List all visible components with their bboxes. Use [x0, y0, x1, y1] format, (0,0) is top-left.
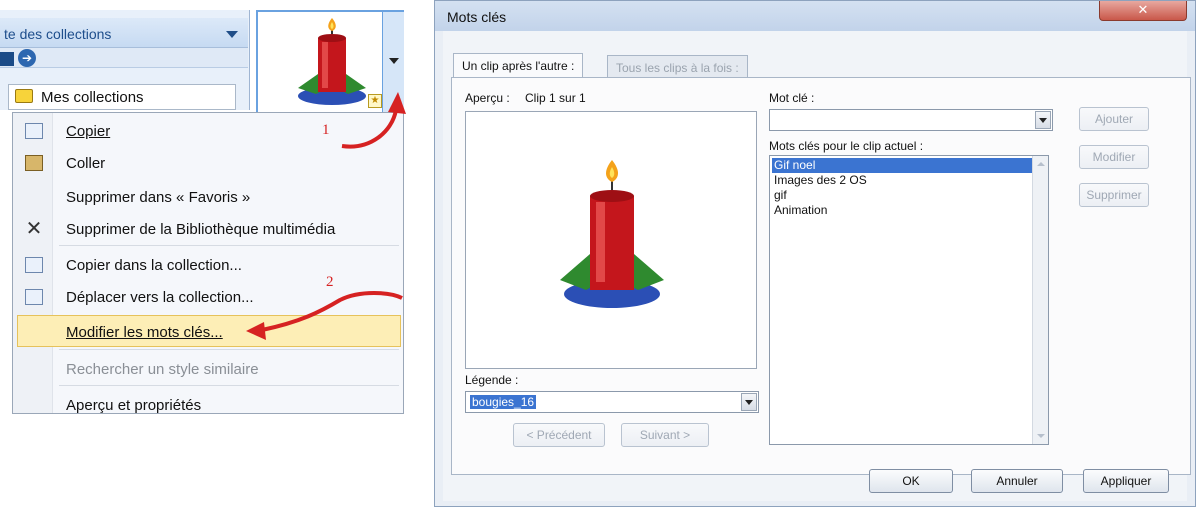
- collections-pane: te des collections ➔ Mes collections: [0, 10, 250, 110]
- annotation-step-1: 1: [322, 122, 330, 138]
- chevron-down-icon[interactable]: [226, 31, 238, 38]
- keywords-listbox[interactable]: Gif noel Images des 2 OS gif Animation: [769, 155, 1049, 445]
- chevron-down-icon[interactable]: [1035, 111, 1051, 129]
- tree-item-label: Mes collections: [41, 89, 144, 106]
- close-x-icon[interactable]: ✕: [1099, 1, 1187, 21]
- menu-separator: [59, 349, 399, 350]
- candle-preview-image: [560, 160, 664, 308]
- move-to-collection-icon: [25, 289, 43, 305]
- menu-item-label: Copier dans la collection...: [66, 257, 242, 274]
- keywords-dialog: Mots clés ✕ Un clip après l'autre : Tous…: [434, 0, 1196, 507]
- menu-item-paste[interactable]: Coller: [13, 147, 403, 179]
- preview-label: Aperçu :: [465, 91, 510, 105]
- add-button[interactable]: Ajouter: [1079, 107, 1149, 131]
- toolbar-separator: [0, 52, 14, 66]
- list-item[interactable]: gif: [772, 188, 1034, 203]
- menu-item-remove-favorites[interactable]: Supprimer dans « Favoris »: [13, 181, 403, 213]
- forward-arrow-icon[interactable]: ➔: [18, 49, 36, 67]
- chevron-down-icon[interactable]: [741, 393, 757, 411]
- menu-separator: [59, 385, 399, 386]
- current-keywords-label: Mots clés pour le clip actuel :: [769, 139, 924, 153]
- scroll-down-icon[interactable]: [1037, 434, 1045, 438]
- folder-icon: [15, 89, 33, 103]
- menu-item-copy[interactable]: Copier: [13, 115, 403, 147]
- context-menu: Copier Coller Supprimer dans « Favoris »…: [12, 112, 404, 414]
- clip-counter: Clip 1 sur 1: [525, 91, 586, 105]
- list-item[interactable]: Animation: [772, 203, 1034, 218]
- paste-icon: [25, 155, 43, 171]
- list-item[interactable]: Images des 2 OS: [772, 173, 1034, 188]
- menu-item-move-to-collection[interactable]: Déplacer vers la collection...: [13, 281, 403, 313]
- dialog-title: Mots clés: [447, 9, 507, 25]
- menu-item-label: Modifier les mots clés...: [66, 324, 223, 341]
- menu-item-delete-library[interactable]: ✕ Supprimer de la Bibliothèque multimédi…: [13, 213, 403, 245]
- next-button[interactable]: Suivant >: [621, 423, 709, 447]
- tab-all-clips-at-once[interactable]: Tous les clips à la fois :: [607, 55, 748, 77]
- menu-item-copy-to-collection[interactable]: Copier dans la collection...: [13, 249, 403, 281]
- thumbnail-dropdown-button[interactable]: [382, 12, 404, 112]
- previous-button[interactable]: < Précédent: [513, 423, 605, 447]
- delete-button[interactable]: Supprimer: [1079, 183, 1149, 207]
- pane-header[interactable]: te des collections: [0, 18, 248, 48]
- keyword-combobox[interactable]: [769, 109, 1053, 131]
- menu-separator: [59, 245, 399, 246]
- pane-title: te des collections: [4, 26, 112, 42]
- cancel-button[interactable]: Annuler: [971, 469, 1063, 493]
- menu-item-label: Aperçu et propriétés: [66, 397, 202, 414]
- clip-preview: [465, 111, 757, 369]
- modify-button[interactable]: Modifier: [1079, 145, 1149, 169]
- candle-image: [298, 18, 366, 105]
- menu-item-label: Coller: [66, 155, 106, 172]
- scroll-up-icon[interactable]: [1037, 162, 1045, 166]
- apply-button[interactable]: Appliquer: [1083, 469, 1169, 493]
- menu-item-edit-keywords[interactable]: Modifier les mots clés...: [17, 315, 401, 347]
- caption-label: Légende :: [465, 373, 519, 387]
- keyword-label: Mot clé :: [769, 91, 815, 105]
- keywords-scrollbar[interactable]: [1032, 156, 1048, 444]
- copy-icon: [25, 123, 43, 139]
- copy-to-collection-icon: [25, 257, 43, 273]
- menu-item-label: Déplacer vers la collection...: [66, 289, 254, 306]
- menu-item-label: Supprimer de la Bibliothèque multimédia: [66, 221, 336, 238]
- tab-one-clip-at-a-time[interactable]: Un clip après l'autre :: [453, 53, 584, 77]
- star-badge-icon: ★: [368, 94, 382, 108]
- list-item[interactable]: Gif noel: [772, 158, 1034, 173]
- tree-item-my-collections[interactable]: Mes collections: [8, 84, 236, 110]
- menu-item-label: Rechercher un style similaire: [66, 361, 259, 378]
- annotation-step-2: 2: [326, 274, 334, 290]
- dialog-body: Un clip après l'autre : Tous les clips à…: [443, 31, 1191, 501]
- menu-item-label: Copier: [66, 123, 111, 140]
- caption-value: bougies_16: [470, 395, 537, 409]
- ok-button[interactable]: OK: [869, 469, 953, 493]
- menu-item-preview-properties[interactable]: Aperçu et propriétés: [13, 389, 403, 421]
- clip-thumbnail[interactable]: ★: [256, 10, 404, 114]
- delete-x-icon: ✕: [25, 218, 43, 240]
- menu-item-find-similar-style[interactable]: Rechercher un style similaire: [13, 353, 403, 385]
- dialog-titlebar[interactable]: Mots clés ✕: [435, 1, 1195, 31]
- menu-item-label: Supprimer dans « Favoris »: [66, 189, 251, 206]
- pane-toolbar: ➔: [0, 48, 248, 68]
- caption-combobox[interactable]: bougies_16: [465, 391, 759, 413]
